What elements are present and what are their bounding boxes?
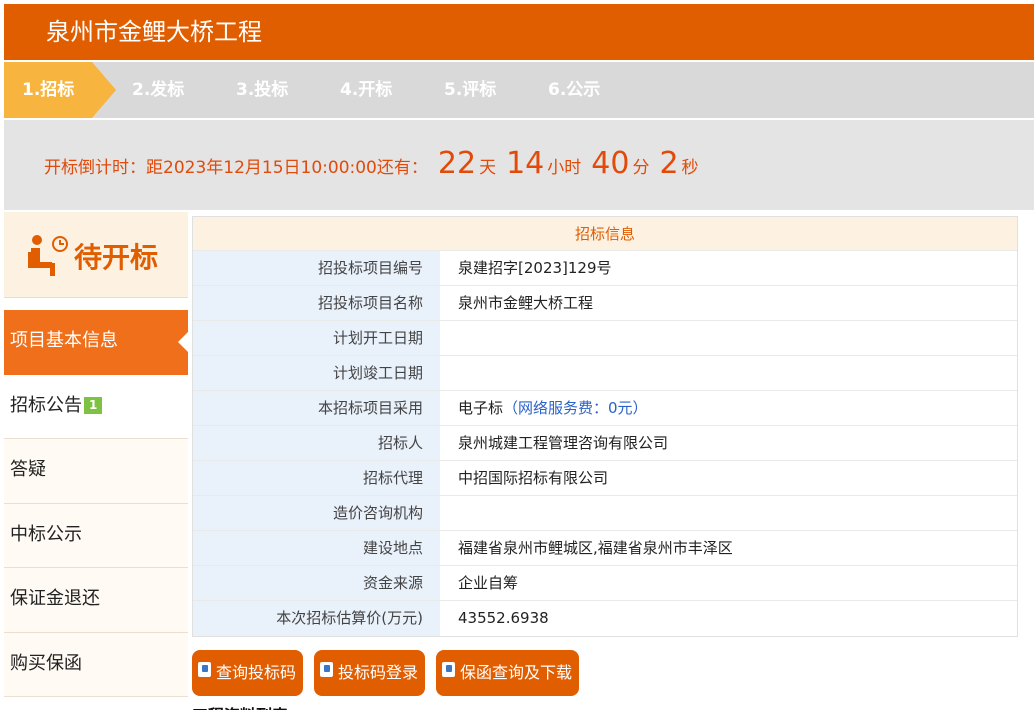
- countdown-seconds-unit: 秒: [681, 158, 699, 178]
- table-row: 招标代理 中招国际招标有限公司: [193, 461, 1017, 496]
- step-issue[interactable]: 2.发标: [132, 62, 184, 118]
- tender-info-title: 招标信息: [193, 217, 1017, 251]
- menu-item-label: 招标公告: [10, 394, 82, 416]
- row-value: 中招国际招标有限公司: [440, 461, 1017, 495]
- countdown-days-unit: 天: [479, 158, 497, 178]
- countdown-minutes: 40: [591, 146, 630, 181]
- menu-item-buy-guarantee[interactable]: 购买保函: [4, 632, 188, 697]
- menu-item-label: 项目基本信息: [10, 330, 118, 351]
- row-key: 招标代理: [193, 461, 440, 495]
- tender-info-table: 招标信息 招投标项目编号 泉建招字[2023]129号 招投标项目名称 泉州市金鲤大…: [192, 216, 1018, 637]
- row-key: 招标人: [193, 426, 440, 460]
- row-value: 电子标（网络服务费：0元）: [440, 391, 1017, 425]
- row-value: [440, 356, 1017, 390]
- row-value: 43552.6938: [440, 601, 1017, 636]
- table-row: 本招标项目采用 电子标（网络服务费：0元）: [193, 391, 1017, 426]
- table-row: 计划竣工日期: [193, 356, 1017, 391]
- step-label: 6.公示: [548, 80, 601, 100]
- bid-code-login-button[interactable]: 投标码登录: [314, 650, 425, 696]
- row-key: 建设地点: [193, 531, 440, 565]
- button-label: 查询投标码: [216, 663, 297, 682]
- row-value: 泉州城建工程管理咨询有限公司: [440, 426, 1017, 460]
- row-key: 本次招标估算价(万元): [193, 601, 440, 636]
- countdown-bar: 开标倒计时：距2023年12月15日10:00:00还有： 22 天 14 小时 40 分 2…: [4, 120, 1034, 210]
- table-row: 招投标项目名称 泉州市金鲤大桥工程: [193, 286, 1017, 321]
- page-header: 泉州市金鲤大桥工程: [4, 4, 1034, 60]
- row-key: 造价咨询机构: [193, 496, 440, 530]
- table-row: 本次招标估算价(万元) 43552.6938: [193, 601, 1017, 636]
- menu-item-label: 答疑: [10, 459, 46, 480]
- table-row: 建设地点 福建省泉州市鲤城区,福建省泉州市丰泽区: [193, 531, 1017, 566]
- step-evaluation[interactable]: 5.评标: [444, 62, 496, 118]
- menu-item-announcement[interactable]: 招标公告 1: [4, 374, 188, 439]
- row-key: 计划开工日期: [193, 321, 440, 355]
- menu-item-qa[interactable]: 答疑: [4, 439, 188, 504]
- sidebar: 待开标 项目基本信息 招标公告 1 答疑 中标公示 保证金退还 购买保函: [4, 212, 188, 710]
- query-bid-code-button[interactable]: 查询投标码: [192, 650, 303, 696]
- button-label: 保函查询及下载: [460, 663, 573, 682]
- step-label: 1.招标: [22, 80, 75, 100]
- row-value: 福建省泉州市鲤城区,福建省泉州市丰泽区: [440, 531, 1017, 565]
- table-row: 造价咨询机构: [193, 496, 1017, 531]
- document-edit-icon: [320, 662, 333, 677]
- row-value: [440, 321, 1017, 355]
- step-bidding[interactable]: 1.招标: [4, 62, 116, 118]
- countdown-seconds: 2: [659, 146, 679, 181]
- row-value: 企业自筹: [440, 566, 1017, 600]
- row-key: 资金来源: [193, 566, 440, 600]
- table-row: 资金来源 企业自筹: [193, 566, 1017, 601]
- row-key: 本招标项目采用: [193, 391, 440, 425]
- row-value: 泉州市金鲤大桥工程: [440, 286, 1017, 320]
- countdown-minutes-unit: 分: [632, 158, 650, 178]
- project-docs-list-title: 工程资料列表: [192, 702, 288, 710]
- announcement-count-badge: 1: [84, 397, 103, 414]
- row-value: [440, 496, 1017, 530]
- table-row: 计划开工日期: [193, 321, 1017, 356]
- guarantee-query-download-button[interactable]: 保函查询及下载: [436, 650, 579, 696]
- row-key: 招投标项目编号: [193, 251, 440, 285]
- menu-item-basic-info[interactable]: 项目基本信息: [4, 310, 188, 375]
- status-label: 待开标: [74, 241, 159, 274]
- countdown-hours: 14: [506, 146, 545, 181]
- service-fee-note: （网络服务费：0元）: [503, 399, 648, 417]
- countdown-hours-unit: 小时: [547, 158, 582, 178]
- progress-steps: 1.招标 2.发标 3.投标 4.开标 5.评标 6.公示: [4, 62, 1034, 118]
- row-key: 招投标项目名称: [193, 286, 440, 320]
- countdown-prefix: 开标倒计时：距2023年12月15日10:00:00还有：: [44, 158, 428, 178]
- menu-item-award-publicity[interactable]: 中标公示: [4, 503, 188, 568]
- sidebar-menu: 项目基本信息 招标公告 1 答疑 中标公示 保证金退还 购买保函: [4, 310, 188, 697]
- button-label: 投标码登录: [338, 663, 419, 682]
- status-box: 待开标: [4, 212, 188, 298]
- bid-type-value: 电子标: [458, 399, 504, 417]
- person-waiting-clock-icon: [28, 235, 68, 276]
- step-label: 5.评标: [444, 80, 497, 100]
- countdown-days: 22: [437, 146, 477, 181]
- step-label: 4.开标: [340, 80, 393, 100]
- menu-item-deposit-refund[interactable]: 保证金退还: [4, 568, 188, 633]
- menu-item-label: 中标公示: [10, 523, 82, 545]
- step-publicity[interactable]: 6.公示: [548, 62, 600, 118]
- countdown-text: 开标倒计时：距2023年12月15日10:00:00还有： 22 天 14 小时 40 分 2…: [44, 146, 699, 186]
- project-title: 泉州市金鲤大桥工程: [46, 18, 262, 46]
- row-value: 泉建招字[2023]129号: [440, 251, 1017, 285]
- step-label: 2.发标: [132, 80, 185, 100]
- step-label: 3.投标: [236, 80, 289, 100]
- step-opening[interactable]: 4.开标: [340, 62, 392, 118]
- table-row: 招投标项目编号 泉建招字[2023]129号: [193, 251, 1017, 286]
- menu-item-label: 购买保函: [10, 652, 82, 674]
- table-row: 招标人 泉州城建工程管理咨询有限公司: [193, 426, 1017, 461]
- row-key: 计划竣工日期: [193, 356, 440, 390]
- document-edit-icon: [198, 662, 211, 677]
- menu-item-label: 保证金退还: [10, 588, 100, 609]
- document-edit-icon: [442, 662, 455, 677]
- step-tender[interactable]: 3.投标: [236, 62, 288, 118]
